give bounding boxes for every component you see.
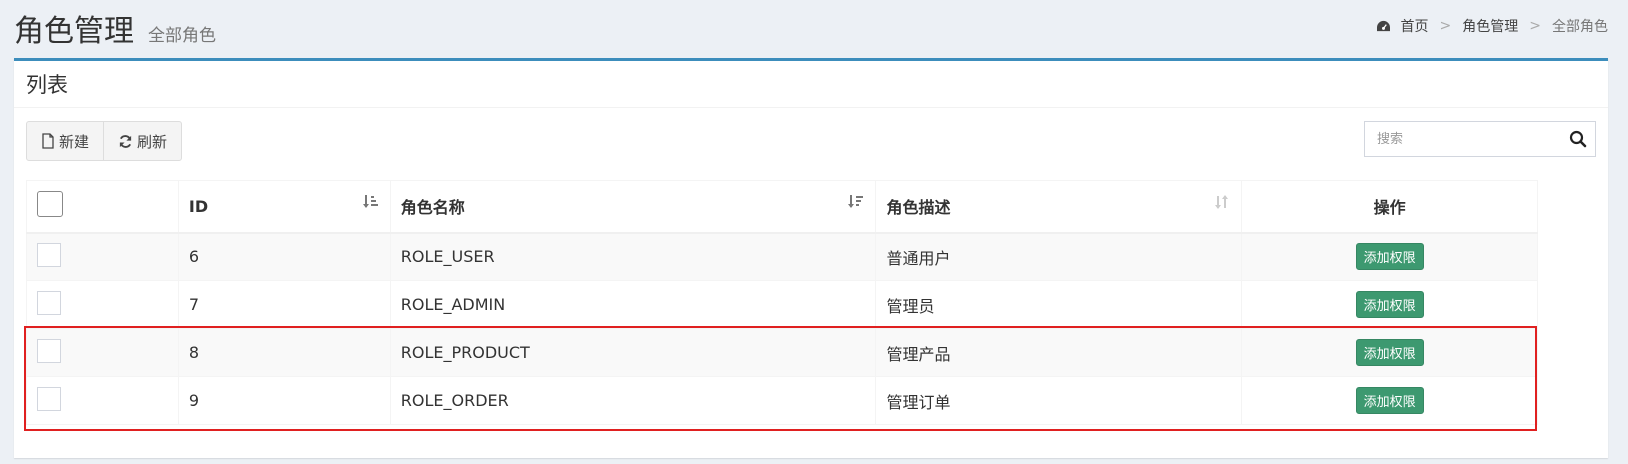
role-id-cell: 8 [177, 328, 391, 377]
breadcrumb-all-roles: 全部角色 [1552, 19, 1608, 35]
refresh-button[interactable]: 刷新 [103, 122, 181, 160]
row-checkbox[interactable] [37, 338, 61, 363]
table-row: 6 ROLE_USER 普通用户 添加权限 [26, 232, 1538, 281]
new-button[interactable]: 新建 [27, 122, 103, 160]
role-name-cell: ROLE_ADMIN [389, 280, 877, 329]
breadcrumb: 首页 > 角色管理 > 全部角色 [1376, 16, 1608, 36]
role-name-cell: ROLE_USER [389, 232, 877, 281]
box-header: 列表 [14, 61, 1608, 108]
row-select-cell [26, 280, 179, 329]
column-header-label: 操作 [1373, 198, 1406, 218]
add-permission-button[interactable]: 添加权限 [1355, 339, 1424, 366]
page-header: 角色管理 全部角色 [14, 6, 216, 50]
column-header-actions: 操作 [1241, 180, 1538, 234]
search-input[interactable] [1365, 122, 1569, 156]
refresh-button-label: 刷新 [137, 132, 168, 151]
search-icon[interactable] [1569, 130, 1587, 148]
row-checkbox[interactable] [37, 386, 61, 411]
row-select-cell [26, 328, 179, 377]
role-desc-cell: 普通用户 [875, 232, 1243, 281]
column-header-id[interactable]: ID [177, 180, 391, 234]
row-select-cell [26, 376, 179, 425]
row-checkbox[interactable] [37, 290, 61, 315]
breadcrumb-separator: > [1439, 18, 1452, 34]
actions-cell: 添加权限 [1241, 328, 1538, 377]
roles-table: ID 角色名称 角色描述 操作 6 ROLE_USER 普通用户 添加权限 7 … [26, 180, 1538, 425]
page-subtitle: 全部角色 [148, 26, 216, 46]
add-permission-button[interactable]: 添加权限 [1355, 243, 1424, 271]
refresh-icon [119, 134, 132, 148]
row-select-cell [26, 232, 179, 281]
role-desc-cell: 管理订单 [875, 376, 1243, 425]
toolbar: 新建 刷新 [26, 121, 183, 161]
breadcrumb-role-management[interactable]: 角色管理 [1462, 16, 1518, 36]
role-id-cell: 9 [177, 376, 391, 425]
sort-asc-icon [362, 195, 378, 208]
table-row: 8 ROLE_PRODUCT 管理产品 添加权限 [26, 328, 1538, 377]
actions-cell: 添加权限 [1241, 232, 1538, 281]
actions-cell: 添加权限 [1241, 280, 1538, 329]
role-id-cell: 7 [177, 280, 391, 329]
role-name-cell: ROLE_PRODUCT [389, 328, 877, 377]
dashboard-icon [1376, 20, 1390, 31]
table-row: 9 ROLE_ORDER 管理订单 添加权限 [26, 376, 1538, 425]
select-all-header [26, 180, 179, 234]
column-header-label: 角色名称 [400, 198, 465, 218]
box-title: 列表 [26, 73, 68, 97]
table-row: 7 ROLE_ADMIN 管理员 添加权限 [26, 280, 1538, 329]
row-checkbox[interactable] [37, 242, 61, 267]
breadcrumb-home[interactable]: 首页 [1401, 16, 1429, 36]
role-desc-cell: 管理产品 [875, 328, 1243, 377]
breadcrumb-separator: > [1529, 18, 1541, 34]
column-header-role-desc[interactable]: 角色描述 [875, 180, 1243, 234]
page-title: 角色管理 [14, 14, 134, 49]
table-header-row: ID 角色名称 角色描述 操作 [26, 180, 1538, 234]
add-permission-button[interactable]: 添加权限 [1355, 291, 1424, 318]
role-desc-cell: 管理员 [875, 280, 1243, 329]
column-header-label: ID [188, 196, 209, 216]
file-icon [42, 133, 54, 149]
add-permission-button[interactable]: 添加权限 [1355, 387, 1424, 414]
actions-cell: 添加权限 [1241, 376, 1538, 425]
column-header-label: 角色描述 [886, 198, 951, 218]
sort-desc-icon [848, 195, 864, 208]
new-button-label: 新建 [59, 132, 90, 151]
select-all-checkbox[interactable] [37, 191, 63, 218]
list-box: 列表 新建 刷新 搜索 ID 角色名称 角色描述 操作 6 ROLE_USER … [14, 58, 1608, 458]
sort-both-icon [1215, 195, 1229, 209]
column-header-role-name[interactable]: 角色名称 [389, 180, 877, 234]
search-box [1364, 121, 1596, 157]
role-id-cell: 6 [177, 232, 391, 281]
role-name-cell: ROLE_ORDER [389, 376, 877, 425]
